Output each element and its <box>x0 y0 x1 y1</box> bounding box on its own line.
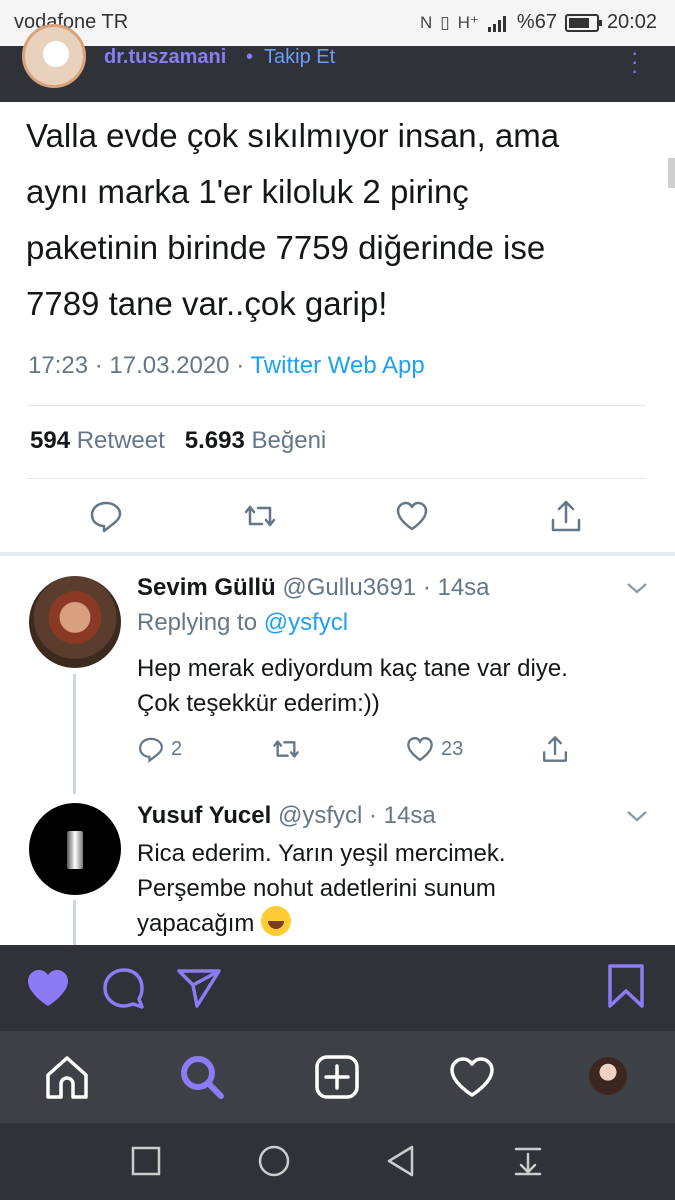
profile-avatar[interactable] <box>589 1057 627 1095</box>
reply-like-count: 23 <box>441 737 464 760</box>
activity-heart-icon[interactable] <box>448 1053 496 1101</box>
divider <box>28 478 646 479</box>
back-triangle-icon[interactable] <box>384 1144 418 1178</box>
home-icon[interactable] <box>43 1053 91 1101</box>
like-icon[interactable] <box>394 498 430 534</box>
reply-text: Rica ederim. Yarın yeşil mercimek. Perşe… <box>137 836 647 941</box>
poster-username[interactable]: dr.tuszamani <box>104 46 226 69</box>
replying-to-handle[interactable]: @ysfycl <box>264 609 348 636</box>
tweet-line: Valla evde çok sıkılmıyor insan, ama <box>26 117 560 154</box>
status-bar: vodafone TR N ▯ H⁺ %67 20:02 <box>0 0 675 46</box>
reply-icon <box>139 737 163 763</box>
reply-author-name[interactable]: Sevim Güllü <box>137 574 276 601</box>
retweet-icon <box>273 740 299 758</box>
reply-like-button[interactable]: 23 <box>405 734 463 764</box>
divider <box>28 405 646 406</box>
replying-to-label: Replying to <box>137 609 258 636</box>
recents-square-icon[interactable] <box>129 1144 163 1178</box>
tweet-stats: 594 Retweet 5.693 Beğeni <box>30 427 326 455</box>
like-count[interactable]: 5.693 <box>185 427 245 454</box>
send-icon[interactable] <box>175 964 223 1012</box>
bookmark-icon[interactable] <box>602 962 650 1010</box>
tweet-line: 7789 tane var..çok garip! <box>26 285 388 322</box>
clock: 20:02 <box>606 11 657 33</box>
like-filled-icon[interactable] <box>24 964 72 1012</box>
tweet-source-app[interactable]: Twitter Web App <box>250 352 424 379</box>
replying-to: Replying to @ysfycl <box>137 609 348 637</box>
rolling-laughing-emoji-icon <box>261 906 292 936</box>
reply-header: Yusuf Yucel @ysfycl · 14sa <box>137 802 436 830</box>
instagram-post-header: dr.tuszamani • Takip Et · · · <box>0 24 675 102</box>
search-icon[interactable] <box>178 1053 226 1101</box>
battery-icon <box>564 13 602 32</box>
add-post-icon[interactable] <box>313 1053 361 1101</box>
share-icon[interactable] <box>548 498 584 534</box>
tweet-meta: 17:23 · 17.03.2020 · Twitter Web App <box>28 352 425 380</box>
reply-line: Rica ederim. Yarın yeşil mercimek. <box>137 840 506 867</box>
chevron-down-icon[interactable] <box>626 809 648 823</box>
notification-pull-icon[interactable] <box>511 1144 545 1178</box>
vibrate-icon: ▯ <box>440 12 450 32</box>
tweet-time: 17:23 <box>28 352 89 379</box>
instagram-action-bar <box>0 945 675 1031</box>
reply-icon[interactable] <box>88 498 124 534</box>
reply-line: Hep merak ediyordum kaç tane var diye. <box>137 655 568 682</box>
thread-line <box>73 674 76 794</box>
network-icon: H⁺ <box>457 12 479 32</box>
tweet-text: Valla evde çok sıkılmıyor insan, ama ayn… <box>26 108 636 332</box>
reply-reply-button[interactable]: 2 <box>137 734 182 764</box>
reply-line: yapacağım <box>137 906 647 941</box>
like-icon <box>407 736 433 762</box>
nfc-icon: N <box>420 12 433 32</box>
reply-time: · 14sa <box>369 802 436 829</box>
reply-line: Çok teşekkür ederim:)) <box>137 690 380 717</box>
retweet-count[interactable]: 594 <box>30 427 70 454</box>
reply-avatar[interactable] <box>29 803 121 895</box>
poster-avatar[interactable] <box>22 24 86 88</box>
retweet-icon[interactable] <box>242 498 278 534</box>
reply-line: Perşembe nohut adetlerini sunum <box>137 875 496 902</box>
tweet-line: paketinin birinde 7759 diğerinde ise <box>26 229 546 266</box>
scrollbar[interactable] <box>668 158 675 188</box>
signal-icon <box>487 15 506 32</box>
tweet-date: 17.03.2020 <box>109 352 230 379</box>
reply-avatar[interactable] <box>29 576 121 668</box>
retweet-label[interactable]: Retweet <box>77 427 165 454</box>
status-icons: N ▯ H⁺ %67 20:02 <box>420 11 657 34</box>
comment-icon[interactable] <box>100 965 148 1013</box>
tweet-line: aynı marka 1'er kiloluk 2 pirinç <box>26 173 469 210</box>
meta-separator: · <box>94 352 103 379</box>
reply-time: · 14sa <box>422 574 490 601</box>
share-icon <box>543 736 567 762</box>
tweet-actions <box>0 498 675 538</box>
section-divider <box>0 552 675 556</box>
reply-header: Sevim Güllü @Gullu3691 · 14sa <box>137 574 490 602</box>
system-nav-bar <box>0 1123 675 1200</box>
instagram-bottom-nav <box>0 1031 675 1123</box>
home-circle-icon[interactable] <box>257 1144 291 1178</box>
reply-share-button[interactable] <box>540 734 570 764</box>
like-label[interactable]: Beğeni <box>252 427 327 454</box>
reply-retweet-button[interactable] <box>271 734 301 764</box>
more-vertical-icon[interactable]: · · · <box>631 42 638 82</box>
reply-line-text: yapacağım <box>137 910 255 937</box>
reply-author-name[interactable]: Yusuf Yucel <box>137 802 271 829</box>
reply-reply-count: 2 <box>171 737 183 760</box>
reply-author-handle[interactable]: @Gullu3691 <box>282 574 416 601</box>
bottle-image <box>67 831 83 869</box>
follow-button[interactable]: Takip Et <box>264 46 335 69</box>
reply-text: Hep merak ediyordum kaç tane var diye. Ç… <box>137 651 647 721</box>
reply-author-handle[interactable]: @ysfycl <box>278 802 362 829</box>
header-separator: • <box>246 46 254 68</box>
meta-separator: · <box>236 352 245 379</box>
thread-line <box>73 900 76 945</box>
battery-percent: %67 <box>516 11 557 33</box>
chevron-down-icon[interactable] <box>626 581 648 595</box>
